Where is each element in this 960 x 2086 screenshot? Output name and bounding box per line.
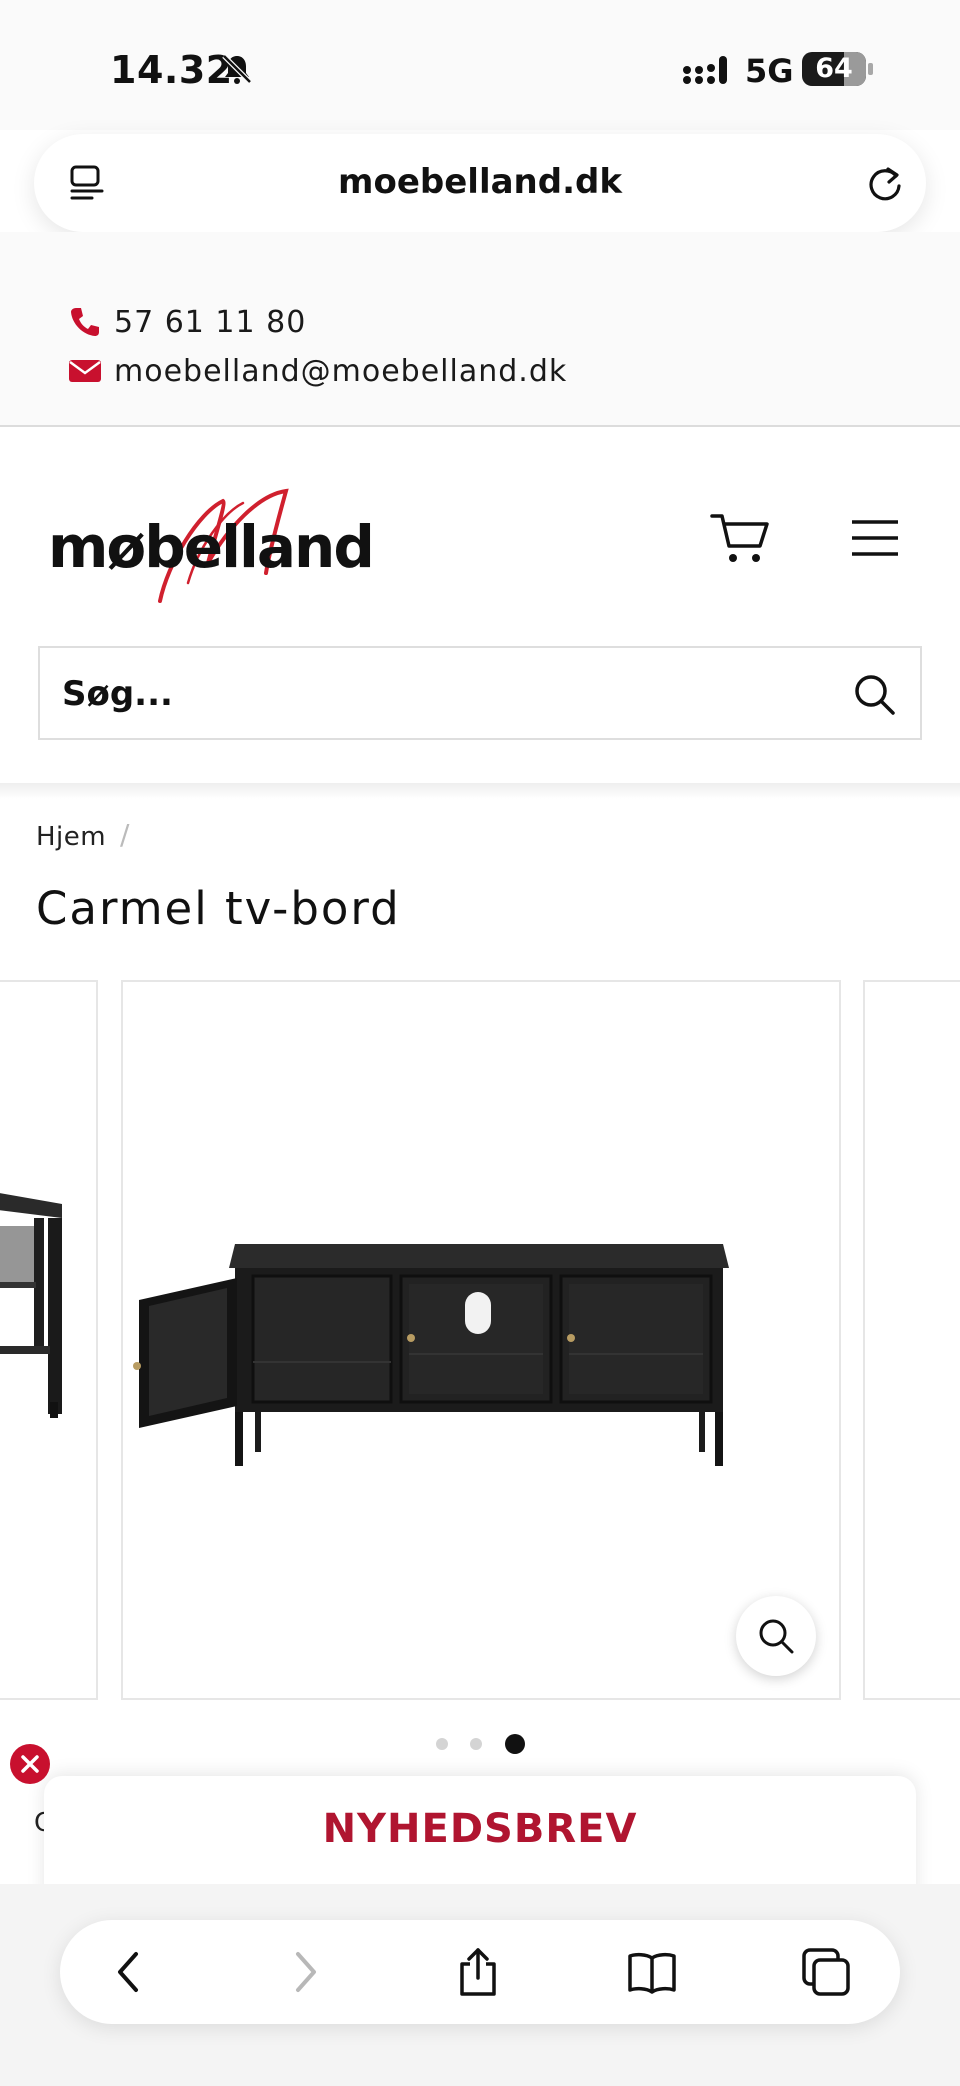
search-input[interactable]: Søg...: [38, 646, 922, 740]
gallery-pagination: [0, 1732, 960, 1754]
newsletter-title: NYHEDSBREV: [322, 1806, 638, 1852]
gallery-slide-active[interactable]: [121, 980, 841, 1700]
bell-slash-icon: [222, 54, 252, 84]
forward-icon[interactable]: [278, 1946, 330, 1998]
battery-indicator: 64: [802, 52, 866, 86]
bookmarks-icon[interactable]: [626, 1946, 678, 1998]
gallery-dot-active[interactable]: [505, 1734, 525, 1754]
menu-icon[interactable]: [850, 518, 900, 558]
tv-bench-image: [133, 1244, 729, 1466]
gallery-slide-previous[interactable]: [0, 980, 98, 1700]
url-text[interactable]: moebelland.dk: [34, 162, 926, 202]
envelope-icon: [69, 360, 101, 382]
cart-icon[interactable]: [710, 510, 772, 566]
reload-icon[interactable]: [866, 162, 906, 204]
logo-text: møbelland: [48, 513, 375, 581]
tabs-icon[interactable]: [800, 1946, 852, 1998]
phone-link[interactable]: 57 61 11 80: [68, 300, 306, 344]
close-icon: [21, 1755, 39, 1773]
header-divider: [0, 783, 960, 799]
browser-toolbar: [60, 1920, 900, 2024]
status-time: 14.32: [110, 48, 233, 92]
back-icon[interactable]: [104, 1946, 156, 1998]
page: 14.32 5G 64 moebelland.dk 57 61 11 80 mo…: [0, 0, 960, 2086]
network-type: 5G: [745, 52, 794, 90]
phone-number: 57 61 11 80: [114, 304, 307, 340]
battery-level: 64: [815, 53, 853, 84]
status-bar: 14.32 5G 64: [0, 0, 960, 130]
zoom-icon: [759, 1619, 794, 1654]
product-title: Carmel tv-bord: [36, 882, 401, 935]
email-address: moebelland@moebelland.dk: [114, 353, 568, 389]
address-bar[interactable]: moebelland.dk: [34, 134, 926, 232]
breadcrumb-separator: /: [120, 818, 130, 851]
zoom-button[interactable]: [736, 1596, 816, 1676]
phone-icon: [71, 308, 99, 336]
contact-bar: 57 61 11 80 moebelland@moebelland.dk: [0, 232, 960, 427]
share-icon[interactable]: [452, 1946, 504, 1998]
site-header: møbelland Søg...: [0, 428, 960, 783]
search-icon[interactable]: [852, 672, 896, 716]
battery-tip: [868, 63, 873, 75]
search-placeholder: Søg...: [62, 674, 173, 714]
gallery-slide-next[interactable]: [863, 980, 960, 1700]
newsletter-close-button[interactable]: [10, 1744, 50, 1784]
signal-icon: [683, 56, 727, 84]
gallery-dot[interactable]: [436, 1738, 448, 1750]
tv-bench-image-partial: [0, 1193, 62, 1418]
breadcrumb-home[interactable]: Hjem: [36, 822, 106, 852]
site-logo[interactable]: møbelland: [48, 473, 375, 608]
gallery-dot[interactable]: [470, 1738, 482, 1750]
email-link[interactable]: moebelland@moebelland.dk: [68, 349, 567, 393]
